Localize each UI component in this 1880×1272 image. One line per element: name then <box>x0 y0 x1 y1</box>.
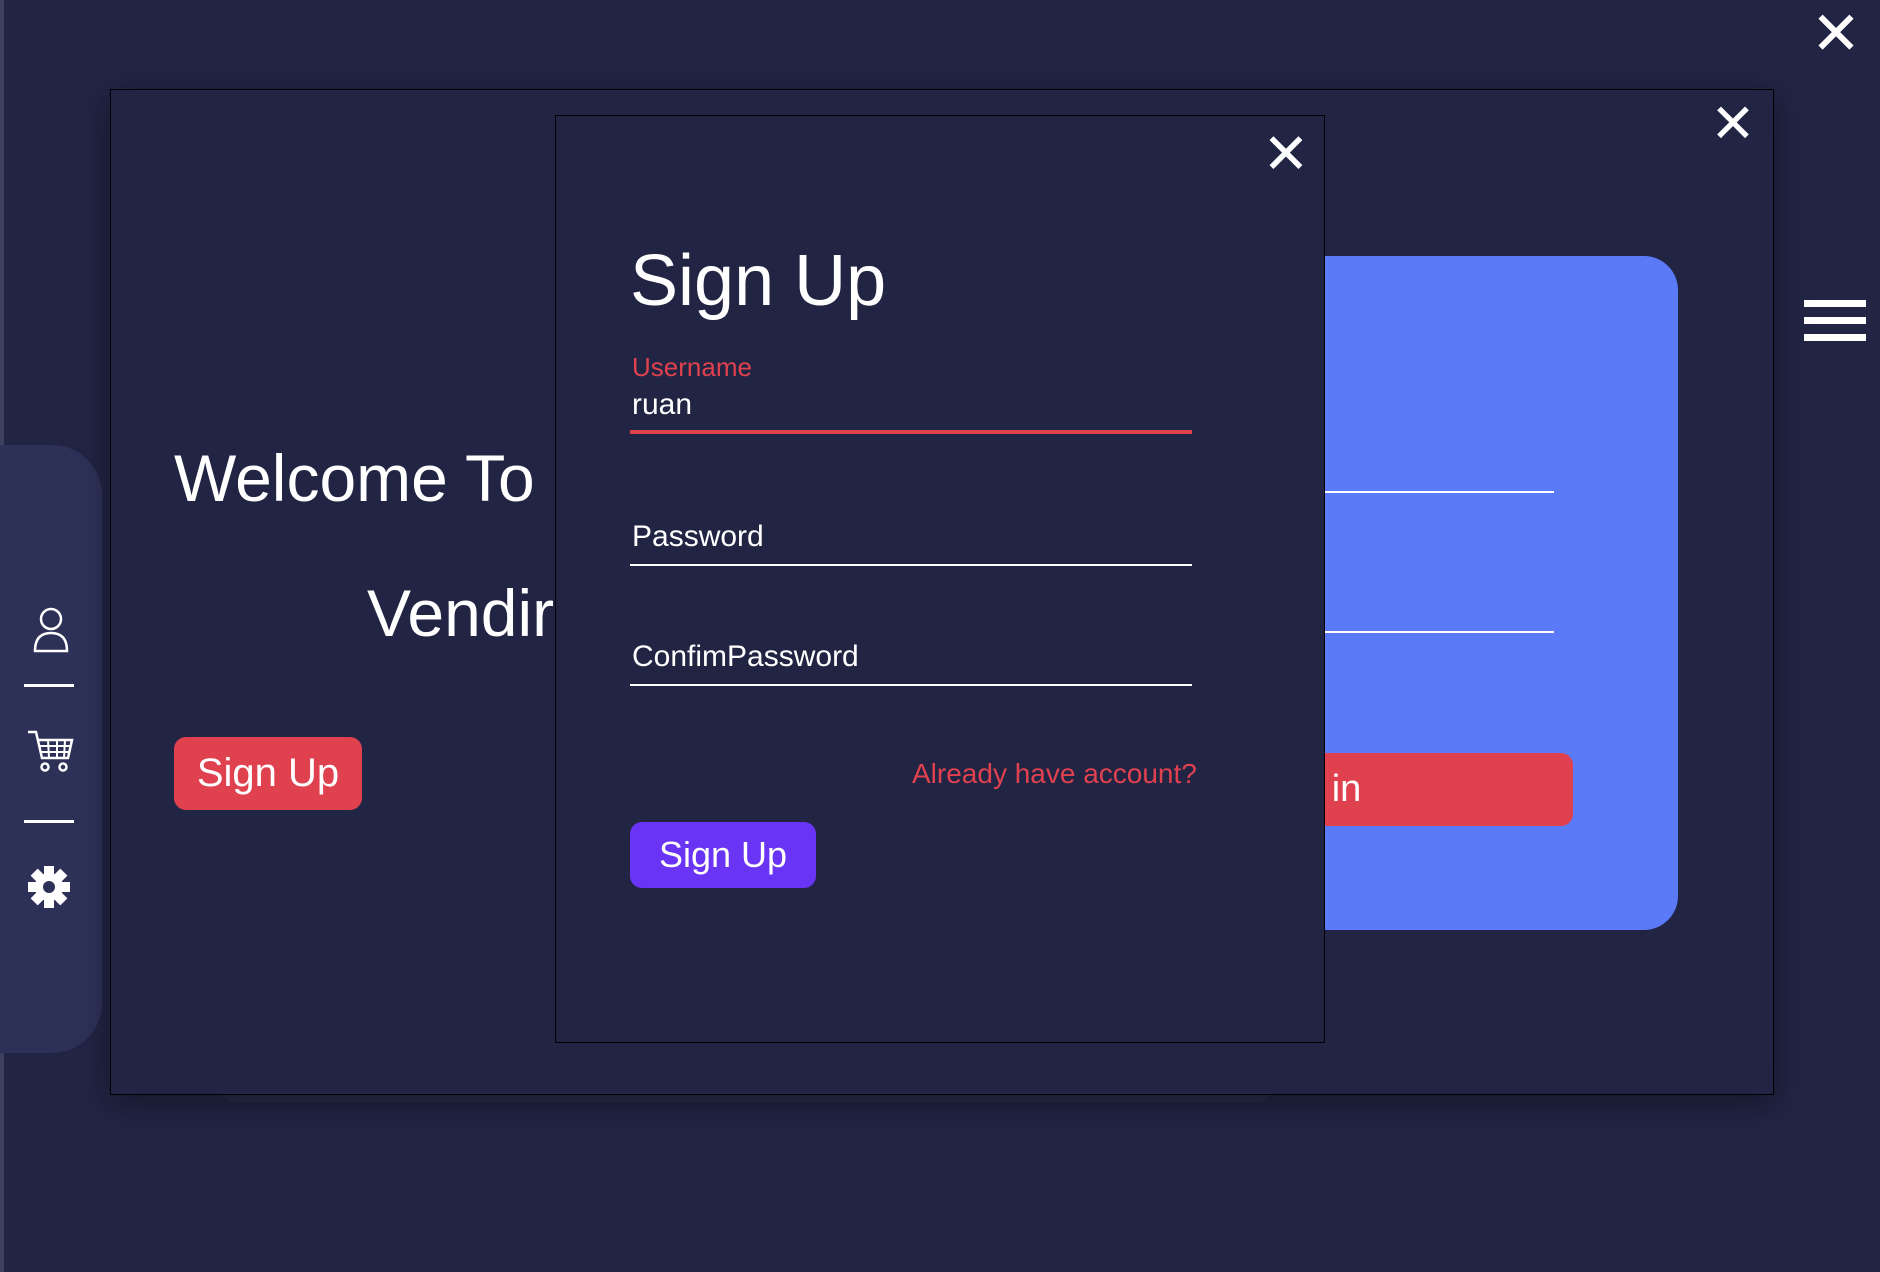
welcome-subheading: Vendir <box>367 576 555 650</box>
hamburger-icon[interactable] <box>1804 300 1866 342</box>
sidebar-divider <box>24 684 74 687</box>
sidebar-divider <box>24 820 74 823</box>
confirm-password-input[interactable] <box>630 630 1192 686</box>
password-input[interactable] <box>630 510 1192 566</box>
username-input[interactable] <box>630 380 1192 434</box>
username-label: Username <box>632 352 752 382</box>
gear-icon[interactable] <box>24 862 78 912</box>
app-close-icon[interactable]: ✕ <box>1806 4 1866 64</box>
close-icon[interactable]: ✕ <box>1255 124 1317 184</box>
landing-signup-button[interactable]: Sign Up <box>174 737 362 810</box>
modal-title: Sign Up <box>630 241 887 321</box>
already-have-account-link[interactable]: Already have account? <box>912 758 1197 790</box>
welcome-dialog-close-icon[interactable]: ✕ <box>1700 96 1766 152</box>
cart-icon[interactable] <box>24 726 78 776</box>
welcome-heading: Welcome To <box>174 441 535 515</box>
user-icon[interactable] <box>24 605 78 655</box>
signup-submit-button[interactable]: Sign Up <box>630 822 816 888</box>
